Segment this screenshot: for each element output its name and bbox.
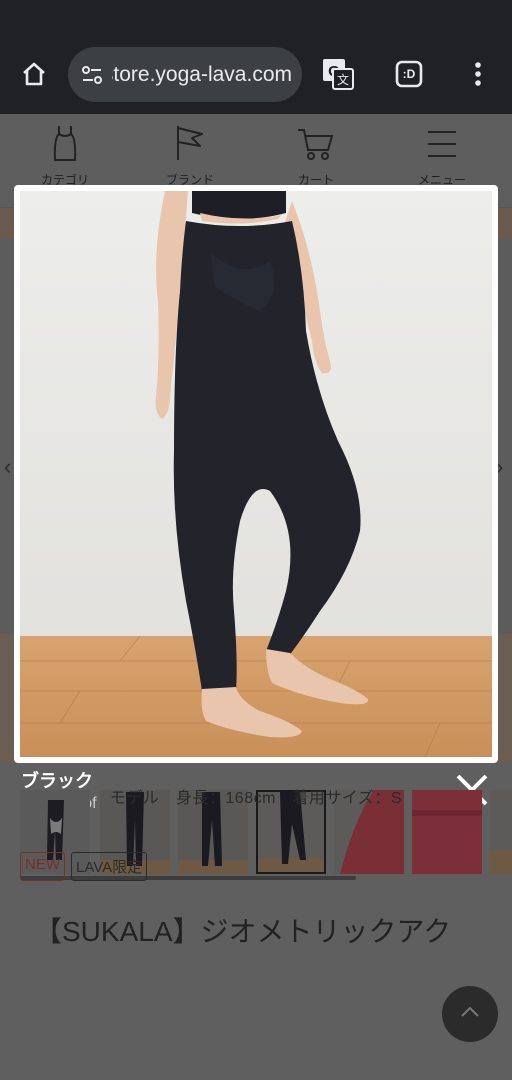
flag-icon xyxy=(174,126,206,165)
translate-icon[interactable]: G文 xyxy=(320,56,356,92)
more-menu-icon[interactable] xyxy=(460,56,496,92)
nav-brand-label: ブランド xyxy=(165,173,214,185)
address-bar[interactable]: store.yoga-lava.com xyxy=(68,47,302,102)
tank-top-icon xyxy=(50,126,80,165)
nav-menu[interactable]: メニュー xyxy=(392,124,492,185)
tab-switcher-icon[interactable]: :D xyxy=(391,56,427,92)
nav-category-label: カテゴリ xyxy=(40,173,89,185)
menu-icon xyxy=(425,131,459,165)
nav-cart[interactable]: カート xyxy=(266,124,366,185)
nav-cart-label: カート xyxy=(297,173,334,185)
cart-icon xyxy=(296,129,336,165)
scroll-to-top-button[interactable] xyxy=(442,986,498,1042)
product-title: 【SUKALA】ジオメトリックアク xyxy=(34,916,452,947)
model-info: モデル 身長：168cm 着用サイズ：S xyxy=(109,790,403,807)
url-text[interactable]: store.yoga-lava.com xyxy=(112,63,292,87)
nav-menu-label: メニュー xyxy=(417,173,466,185)
nav-brand[interactable]: ブランド xyxy=(140,124,240,185)
chevron-left-icon[interactable]: ‹ xyxy=(4,454,11,480)
lightbox-frame xyxy=(14,185,498,763)
site-settings-icon[interactable] xyxy=(78,61,106,89)
badge-row: NEW LAVA限定 xyxy=(20,852,148,881)
chevron-up-icon xyxy=(459,1005,481,1024)
svg-text:文: 文 xyxy=(337,72,349,87)
nav-category[interactable]: カテゴリ xyxy=(15,124,115,185)
tab-switcher-label: :D xyxy=(402,67,416,81)
home-icon[interactable] xyxy=(18,58,50,90)
lava-limited-badge: LAVA限定 xyxy=(71,852,148,881)
product-photo xyxy=(20,191,492,757)
new-badge: NEW xyxy=(20,852,65,881)
browser-toolbar: store.yoga-lava.com G文 :D xyxy=(0,0,512,114)
